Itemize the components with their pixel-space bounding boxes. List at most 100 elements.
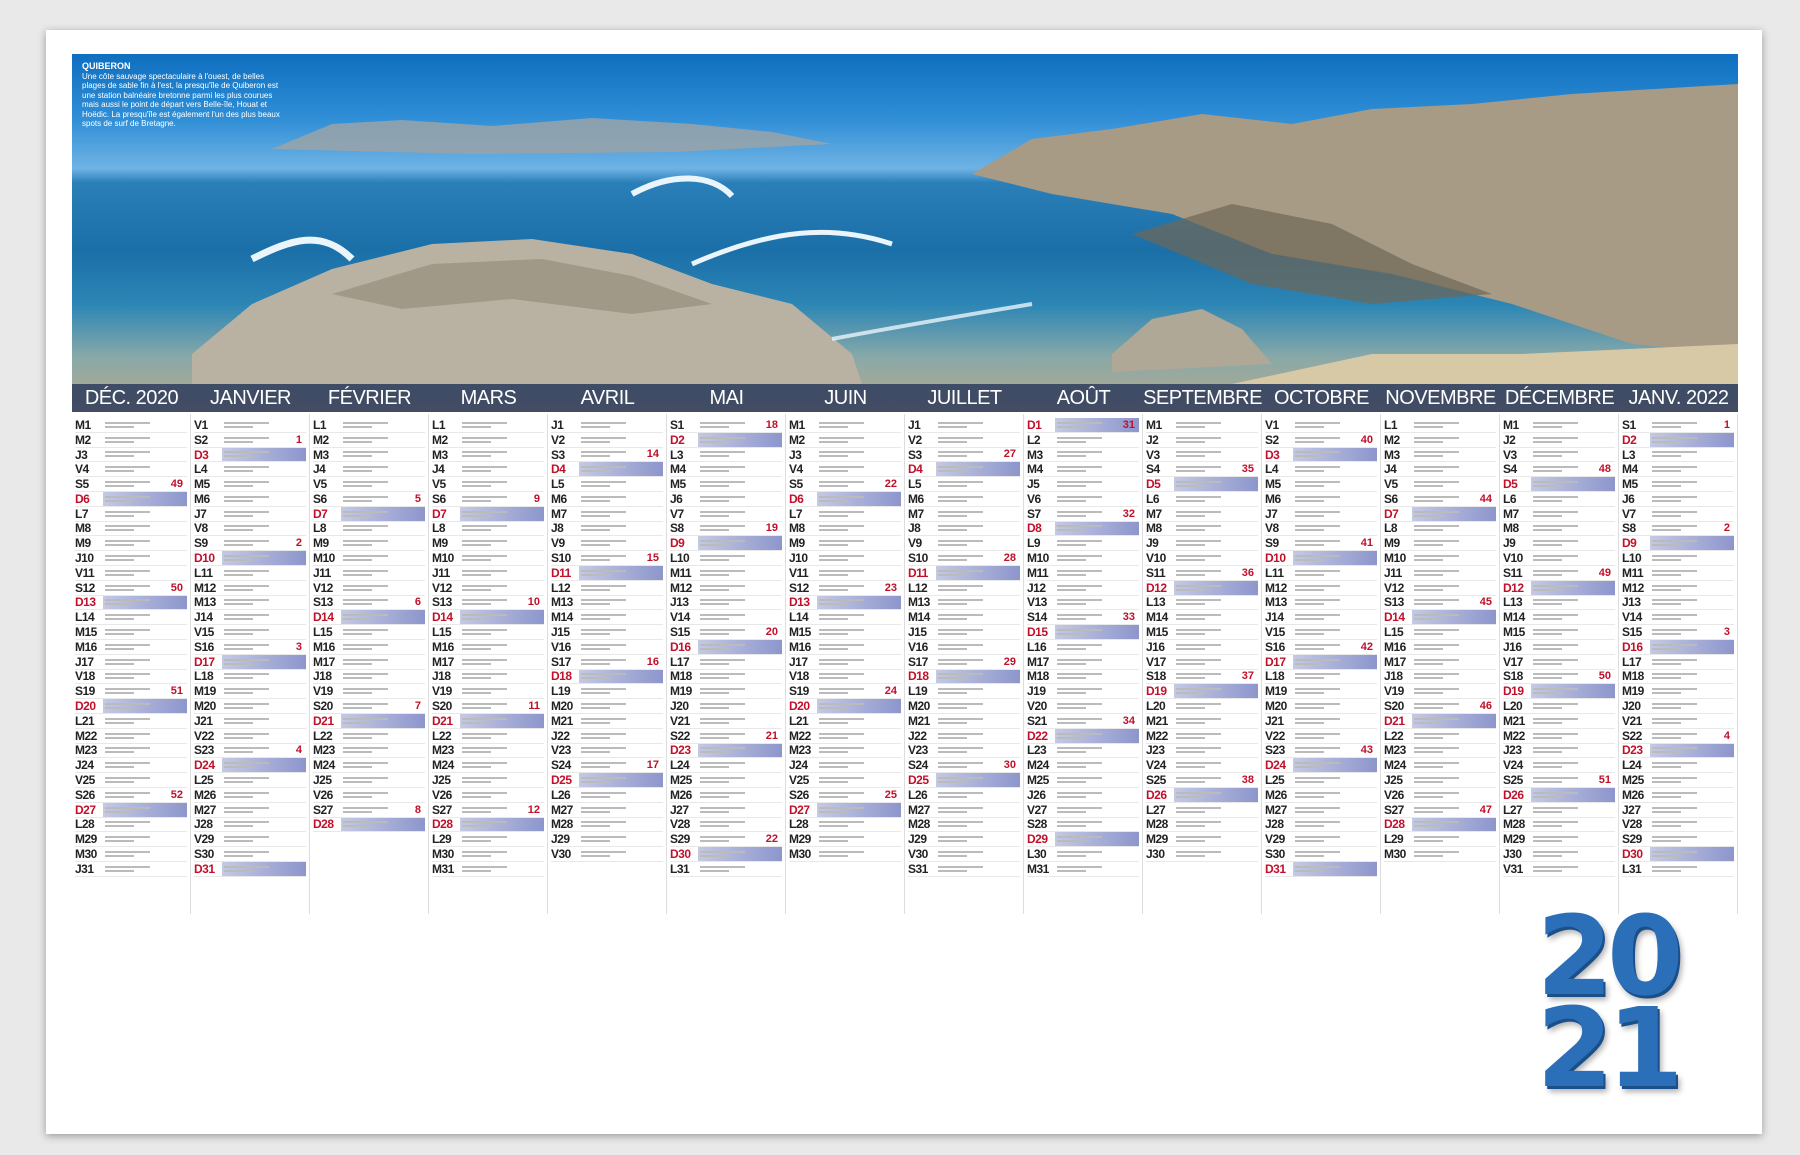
saint-name-lines bbox=[819, 699, 901, 713]
day-label: M30 bbox=[75, 847, 97, 862]
day-row: M24 bbox=[313, 758, 425, 774]
day-label: V10 bbox=[1503, 551, 1523, 566]
day-label: V9 bbox=[908, 536, 922, 551]
day-row: M2 bbox=[432, 433, 544, 448]
month-column: V1 S2 40 D3 L4 M5 M6 J7 V8 S9 41 D10 L11 M12 M13 J14 V15… bbox=[1262, 414, 1381, 914]
day-row: S6 5 bbox=[313, 492, 425, 507]
day-row: D5 bbox=[1503, 477, 1615, 492]
saint-name-lines bbox=[1057, 862, 1139, 876]
day-row: L19 bbox=[551, 684, 663, 700]
saint-name-lines bbox=[1057, 433, 1139, 447]
week-number: 42 bbox=[1360, 640, 1373, 653]
day-label: V22 bbox=[194, 728, 214, 743]
day-label: S23 bbox=[194, 743, 214, 758]
month-name: DÉCEMBRE bbox=[1504, 387, 1615, 409]
day-row: M15 bbox=[75, 625, 187, 640]
day-label: L13 bbox=[1146, 595, 1166, 610]
day-row: M11 bbox=[670, 566, 782, 581]
day-label: V26 bbox=[1384, 787, 1404, 802]
day-label: S15 bbox=[1622, 625, 1642, 640]
day-row: V7 bbox=[670, 507, 782, 522]
day-row: S30 bbox=[194, 847, 306, 862]
day-label: S25 bbox=[1146, 773, 1166, 788]
day-row: J1 bbox=[551, 418, 663, 433]
day-row: M12 bbox=[670, 581, 782, 596]
day-row: M7 bbox=[908, 507, 1020, 522]
day-label: V28 bbox=[1622, 817, 1642, 832]
day-label: M7 bbox=[551, 506, 567, 521]
day-label: L11 bbox=[194, 565, 213, 580]
month-name: AVRIL bbox=[580, 387, 635, 409]
day-label: S29 bbox=[670, 832, 690, 847]
saint-name-lines bbox=[1057, 788, 1139, 802]
saint-name-lines bbox=[1057, 773, 1139, 787]
saint-name-lines bbox=[1652, 655, 1734, 669]
day-row: M19 bbox=[670, 684, 782, 700]
day-row: V2 bbox=[908, 433, 1020, 448]
day-label: J6 bbox=[1622, 491, 1635, 506]
saint-name-lines bbox=[1295, 581, 1377, 595]
saint-name-lines bbox=[1652, 433, 1734, 447]
day-row: M7 bbox=[551, 507, 663, 522]
day-row: M8 bbox=[1503, 521, 1615, 537]
month-name: FÉVRIER bbox=[327, 387, 412, 409]
saint-name-lines bbox=[343, 522, 425, 536]
saint-name-lines bbox=[462, 625, 544, 639]
saint-name-lines bbox=[938, 699, 1020, 713]
day-label: M20 bbox=[1265, 699, 1287, 714]
day-label: M5 bbox=[1265, 477, 1281, 492]
week-number: 37 bbox=[1241, 670, 1254, 683]
day-row: J25 bbox=[432, 773, 544, 788]
day-label: S17 bbox=[908, 654, 928, 669]
day-label: V18 bbox=[75, 669, 95, 684]
week-number: 10 bbox=[527, 596, 540, 609]
day-label: M4 bbox=[670, 462, 686, 477]
day-label: M16 bbox=[789, 639, 811, 654]
day-row: M17 bbox=[1384, 655, 1496, 670]
saint-name-lines bbox=[343, 744, 425, 758]
saint-name-lines bbox=[700, 492, 782, 506]
saint-name-lines bbox=[819, 596, 901, 610]
day-label: M26 bbox=[194, 787, 216, 802]
week-number: 7 bbox=[414, 700, 421, 713]
saint-name-lines bbox=[1533, 788, 1615, 802]
saint-name-lines bbox=[1176, 847, 1258, 861]
saint-name-lines bbox=[700, 596, 782, 610]
day-label: M1 bbox=[789, 417, 805, 432]
day-row: D2 bbox=[670, 433, 782, 448]
saint-name-lines bbox=[700, 714, 782, 728]
day-row: D25 bbox=[908, 773, 1020, 788]
day-label: J29 bbox=[551, 832, 570, 847]
day-row: M18 bbox=[670, 669, 782, 685]
saint-name-lines bbox=[1176, 477, 1258, 491]
saint-name-lines bbox=[224, 507, 306, 521]
saint-name-lines bbox=[1533, 847, 1615, 861]
day-row: M4 bbox=[1027, 462, 1139, 478]
day-label: J26 bbox=[1027, 787, 1046, 802]
day-row: D9 bbox=[670, 536, 782, 552]
saint-name-lines bbox=[1295, 862, 1377, 876]
day-label: V24 bbox=[1146, 758, 1166, 773]
saint-name-lines bbox=[700, 744, 782, 758]
day-row: S7 32 bbox=[1027, 507, 1139, 522]
day-row: M21 bbox=[551, 714, 663, 729]
saint-name-lines bbox=[343, 758, 425, 772]
saint-name-lines bbox=[1414, 773, 1496, 787]
saint-name-lines bbox=[462, 462, 544, 476]
day-row: M10 bbox=[1384, 551, 1496, 566]
day-row: S3 27 bbox=[908, 448, 1020, 463]
day-label: L19 bbox=[908, 684, 928, 699]
saint-name-lines bbox=[938, 433, 1020, 447]
saint-name-lines bbox=[1652, 477, 1734, 491]
day-row: L1 bbox=[432, 418, 544, 433]
day-label: L1 bbox=[1384, 417, 1398, 432]
day-label: V17 bbox=[1146, 654, 1166, 669]
saint-name-lines bbox=[224, 758, 306, 772]
day-row: M20 bbox=[908, 699, 1020, 714]
saint-name-lines bbox=[224, 670, 306, 684]
day-label: S14 bbox=[1027, 610, 1047, 625]
saint-name-lines bbox=[1414, 566, 1496, 580]
saint-name-lines bbox=[1176, 581, 1258, 595]
saint-name-lines bbox=[1295, 714, 1377, 728]
day-row: M27 bbox=[194, 803, 306, 818]
